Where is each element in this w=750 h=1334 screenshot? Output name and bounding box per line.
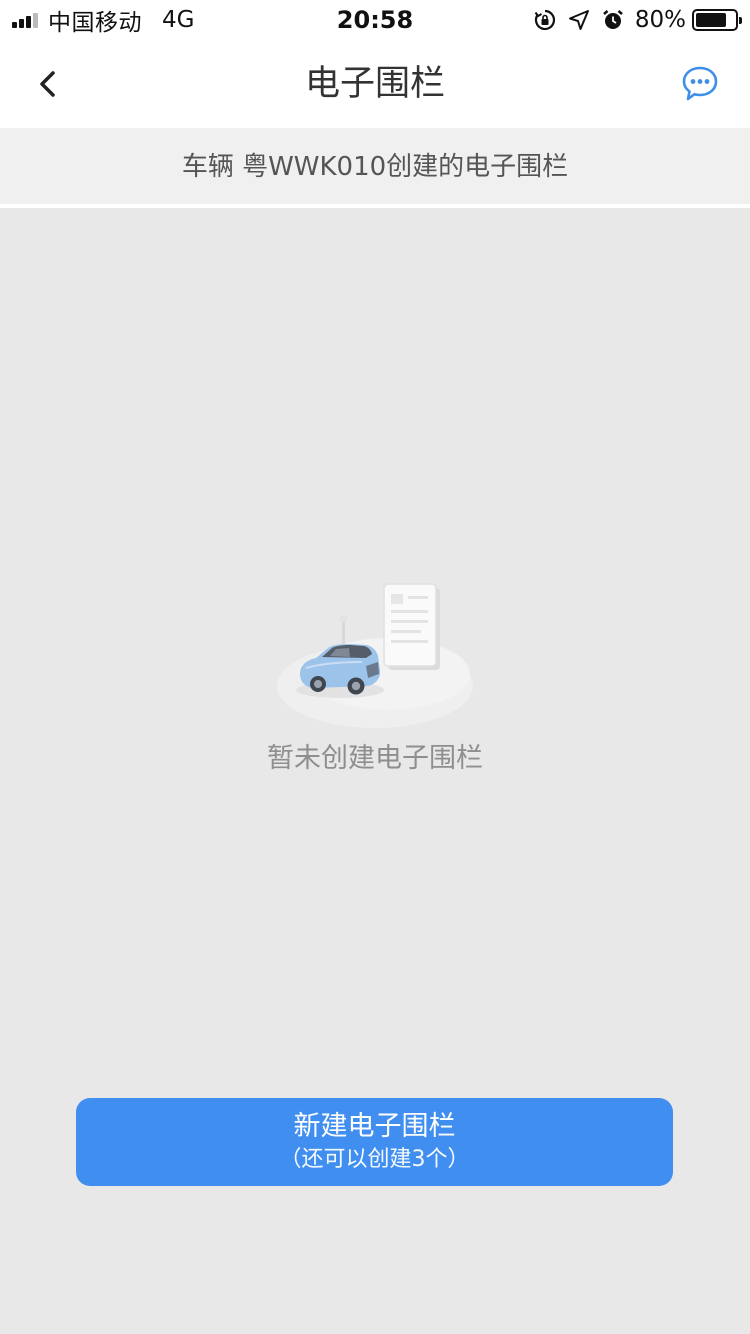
orientation-lock-icon — [533, 8, 557, 32]
nav-bar: 电子围栏 — [0, 40, 750, 128]
status-right: 80% — [523, 6, 742, 34]
battery-level — [696, 13, 727, 27]
car-document-illustration — [270, 578, 480, 738]
carrier-name: 中国移动 — [48, 10, 142, 36]
vehicle-subtitle: 车辆 粤WWK010创建的电子围栏 — [0, 128, 750, 208]
battery-icon — [692, 9, 742, 31]
back-button[interactable] — [24, 60, 72, 108]
location-arrow-icon — [567, 8, 591, 32]
chat-button[interactable] — [678, 62, 722, 106]
battery-percent: 80% — [634, 7, 686, 33]
chat-bubble-icon — [682, 66, 718, 101]
signal-strength-icon — [12, 12, 40, 28]
status-left: 中国移动 4G — [12, 6, 195, 36]
status-bar: 中国移动 4G 20:58 80% — [0, 0, 750, 40]
empty-state-message: 暂未创建电子围栏 — [267, 743, 483, 774]
create-fence-label: 新建电子围栏 — [293, 1111, 456, 1142]
create-fence-button[interactable]: 新建电子围栏 （还可以创建3个） — [76, 1098, 673, 1186]
network-type: 4G — [162, 7, 195, 33]
page-title: 电子围栏 — [304, 64, 445, 104]
chevron-left-icon — [40, 71, 55, 97]
alarm-icon — [601, 8, 625, 32]
remaining-quota-label: （还可以创建3个） — [279, 1147, 470, 1172]
